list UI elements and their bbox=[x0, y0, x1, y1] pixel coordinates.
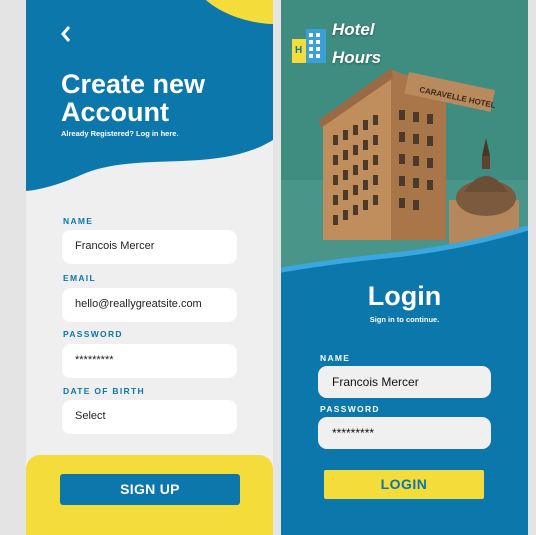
login-link[interactable]: Already Registered? Log in here. bbox=[61, 129, 179, 138]
svg-text:H: H bbox=[295, 45, 302, 56]
dob-label: DATE OF BIRTH bbox=[63, 386, 145, 396]
dob-select[interactable]: Select bbox=[62, 400, 237, 434]
password-label: PASSWORD bbox=[63, 329, 123, 339]
title-line-1: Create new bbox=[61, 69, 206, 99]
hotel-building-icon: H bbox=[290, 25, 330, 65]
email-label: EMAIL bbox=[63, 273, 96, 283]
email-field[interactable]: hello@reallygreatsite.com bbox=[62, 288, 237, 322]
name-field[interactable]: Francois Mercer bbox=[62, 230, 237, 264]
brand-name: Hotel Hours bbox=[332, 16, 381, 72]
title-line-2: Account bbox=[61, 97, 169, 127]
login-subtitle: Sign in to continue. bbox=[369, 315, 440, 324]
page-title: Create new Account bbox=[61, 70, 271, 126]
login-password-label: PASSWORD bbox=[320, 404, 380, 414]
brand-line-2: Hours bbox=[332, 48, 382, 67]
sign-up-button[interactable]: SIGN UP bbox=[60, 474, 240, 505]
name-label: NAME bbox=[63, 216, 94, 226]
login-screen: CARAVELLE HOTEL H Hotel Hours Login Sign… bbox=[281, 0, 528, 535]
signup-screen: Create new Account Already Registered? L… bbox=[26, 0, 273, 535]
login-button[interactable]: LOGIN bbox=[324, 470, 484, 499]
password-field[interactable]: ********* bbox=[62, 344, 237, 378]
login-name-field[interactable]: Francois Mercer bbox=[318, 366, 491, 398]
login-password-field[interactable]: ********* bbox=[318, 417, 491, 449]
chevron-left-icon[interactable] bbox=[60, 24, 74, 44]
login-name-label: NAME bbox=[320, 353, 351, 363]
login-title: Login bbox=[367, 281, 442, 311]
brand-line-1: Hotel bbox=[332, 20, 375, 39]
